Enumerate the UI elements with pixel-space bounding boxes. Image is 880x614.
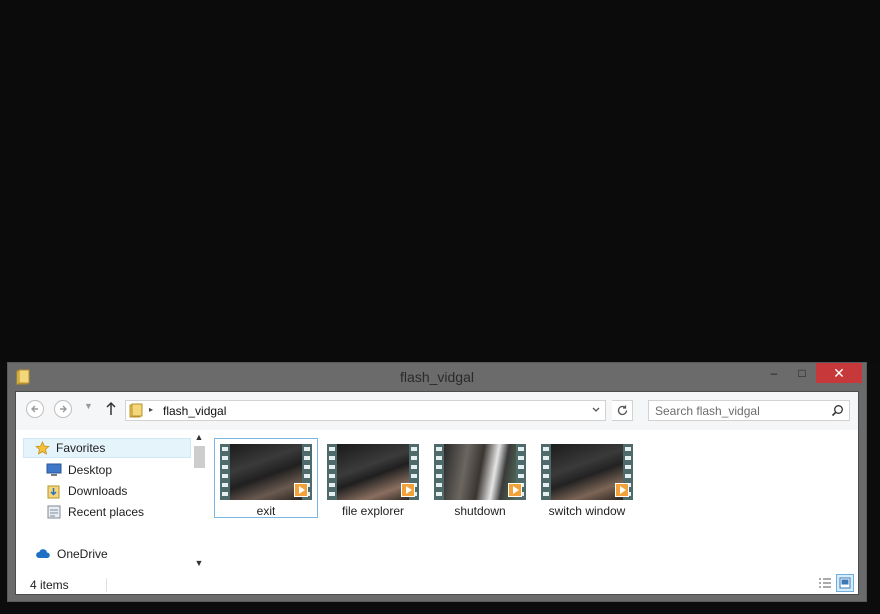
window-title: flash_vidgal	[400, 369, 474, 385]
sidebar-item-recent-places[interactable]: Recent places	[46, 502, 144, 522]
item-count: 4 items	[30, 578, 69, 592]
cloud-icon	[35, 546, 51, 562]
details-view-icon	[819, 578, 831, 588]
sidebar-item-label: Desktop	[68, 463, 113, 477]
sidebar-item-downloads[interactable]: Downloads	[46, 481, 127, 501]
sidebar-item-label: Downloads	[68, 484, 128, 498]
minimize-button[interactable]: –	[760, 363, 788, 383]
recent-locations-dropdown[interactable]: ▼	[84, 401, 93, 411]
refresh-button[interactable]	[612, 400, 633, 421]
details-view-button[interactable]	[816, 574, 834, 592]
recent-places-icon	[46, 504, 62, 520]
sidebar-item-onedrive[interactable]: OneDrive	[35, 544, 108, 564]
file-name: shutdown	[454, 504, 506, 518]
file-name: exit	[256, 504, 276, 518]
navigation-pane-scrollbar[interactable]: ▲ ▼	[192, 430, 206, 570]
play-icon	[508, 483, 522, 497]
navigation-bar: ▼ ▸ flash_vidgal	[16, 392, 858, 430]
close-button[interactable]: ✕	[816, 363, 862, 383]
scroll-down-icon[interactable]: ▼	[192, 556, 206, 570]
file-item-switch-window[interactable]: switch window	[535, 438, 639, 518]
status-bar: 4 items	[16, 570, 858, 594]
file-item-file-explorer[interactable]: file explorer	[321, 438, 425, 518]
forward-button[interactable]	[54, 400, 72, 418]
large-icons-view-button[interactable]	[836, 574, 854, 592]
file-explorer-window: flash_vidgal – □ ✕ ▼ ▸ flash_vidgal Sear…	[7, 362, 867, 602]
file-list: exit file explorer shutdown switch windo…	[212, 430, 858, 570]
address-dropdown-button[interactable]	[589, 403, 603, 418]
arrow-left-icon	[31, 405, 38, 413]
sidebar-item-favorites[interactable]: Favorites	[23, 438, 191, 458]
play-icon	[294, 483, 308, 497]
file-item-shutdown[interactable]: shutdown	[428, 438, 532, 518]
play-icon	[401, 483, 415, 497]
breadcrumb-separator-icon[interactable]: ▸	[149, 405, 153, 414]
title-bar[interactable]: flash_vidgal – □ ✕	[8, 363, 866, 391]
arrow-right-icon	[60, 405, 67, 413]
large-icons-view-icon	[839, 577, 851, 589]
address-bar[interactable]: ▸ flash_vidgal	[125, 400, 606, 421]
sidebar-item-label: Recent places	[68, 505, 145, 519]
maximize-button[interactable]: □	[788, 363, 816, 383]
arrow-up-icon	[106, 401, 116, 415]
search-box[interactable]	[648, 400, 850, 421]
file-item-exit[interactable]: exit	[214, 438, 318, 518]
file-name: file explorer	[341, 504, 405, 518]
play-icon	[615, 483, 629, 497]
status-divider	[106, 578, 107, 592]
sidebar-item-desktop[interactable]: Desktop	[46, 460, 112, 480]
downloads-folder-icon	[46, 483, 62, 499]
folder-icon	[129, 403, 143, 421]
sidebar-item-label: Favorites	[56, 441, 106, 455]
up-button[interactable]	[104, 398, 120, 418]
back-button[interactable]	[26, 400, 44, 418]
explorer-client-area: ▼ ▸ flash_vidgal Search flash_vidgal Fav…	[15, 391, 859, 595]
video-thumbnail	[541, 444, 633, 500]
video-thumbnail	[327, 444, 419, 500]
desktop-icon	[46, 462, 62, 478]
navigation-pane: Favorites Desktop Downloads Recent place…	[16, 430, 206, 570]
star-icon	[34, 440, 50, 456]
desktop-background	[0, 0, 880, 362]
file-name: switch window	[548, 504, 626, 518]
video-thumbnail	[434, 444, 526, 500]
sidebar-item-label: OneDrive	[57, 547, 108, 561]
scrollbar-thumb[interactable]	[194, 446, 205, 468]
search-input[interactable]	[655, 403, 825, 418]
refresh-icon	[617, 405, 627, 416]
search-icon[interactable]	[831, 404, 844, 420]
scroll-up-icon[interactable]: ▲	[192, 430, 206, 444]
chevron-down-icon	[592, 407, 600, 412]
breadcrumb-current-folder[interactable]: flash_vidgal	[163, 404, 226, 418]
video-thumbnail	[220, 444, 312, 500]
